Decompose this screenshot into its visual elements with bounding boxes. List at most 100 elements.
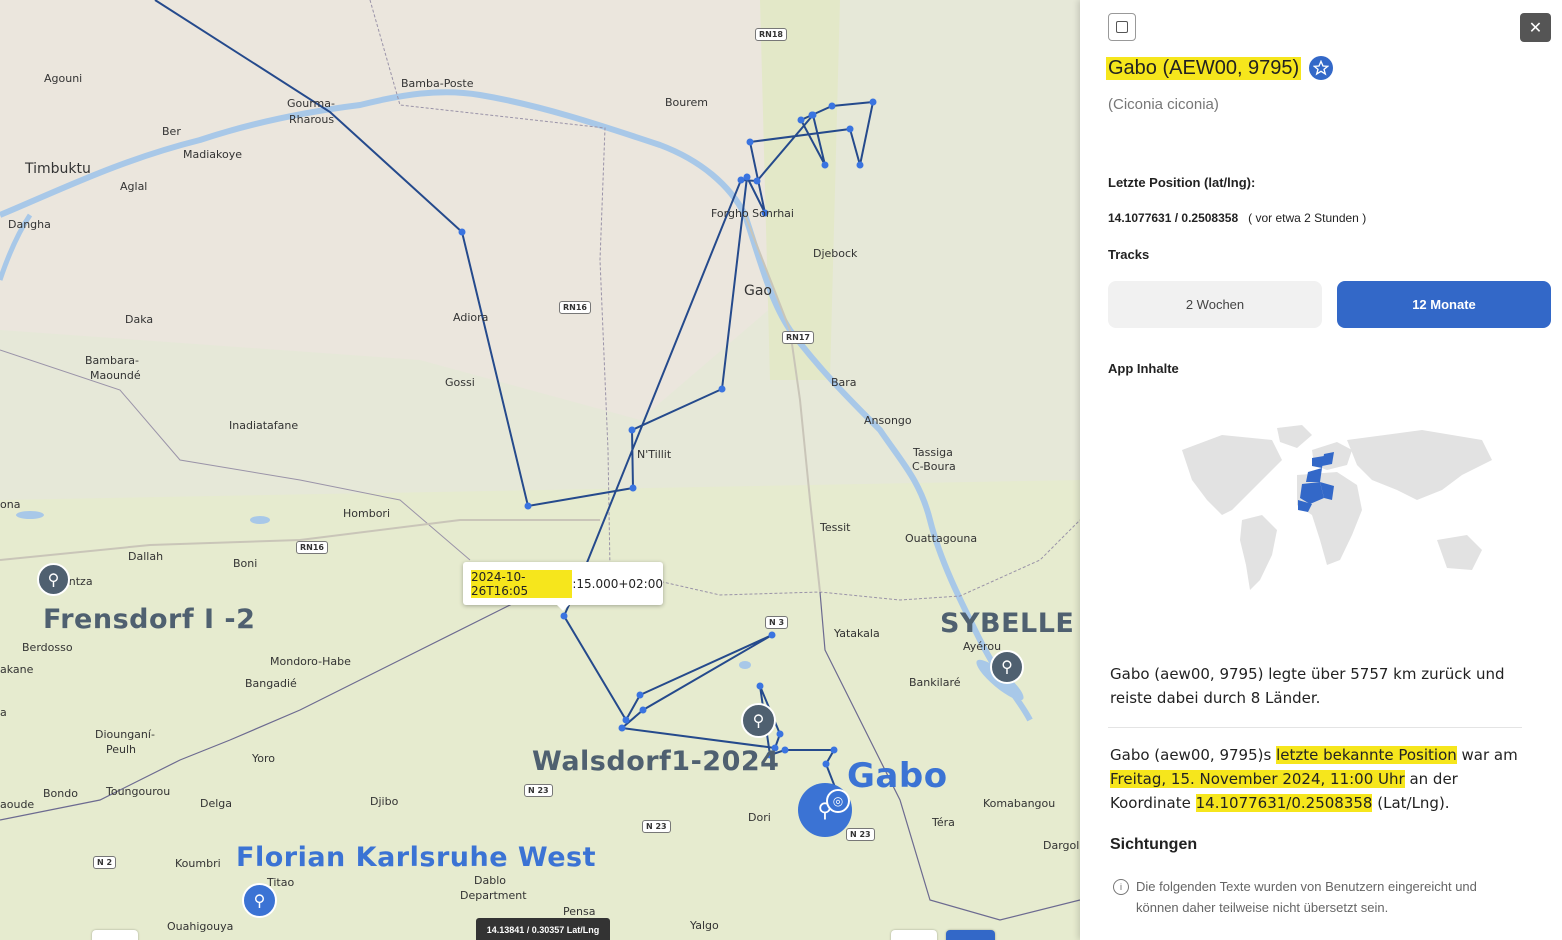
- track-point[interactable]: [560, 612, 568, 620]
- track-point[interactable]: [458, 228, 466, 236]
- stork-icon: ⚲: [1001, 659, 1013, 676]
- track-point[interactable]: [639, 706, 647, 714]
- track-point[interactable]: [830, 746, 838, 754]
- detail-panel: ✕ Gabo (AEW00, 9795) (Ciconia ciconia) L…: [1080, 0, 1562, 940]
- place-label: Yalgo: [690, 919, 719, 932]
- bird-title: Gabo (AEW00, 9795): [1106, 56, 1334, 80]
- place-label: Yatakala: [834, 627, 880, 640]
- sidebar-icon: [1116, 21, 1128, 33]
- place-label: Agouni: [44, 72, 83, 85]
- track-2-weeks-button[interactable]: 2 Wochen: [1108, 281, 1322, 328]
- place-label: Djebock: [813, 247, 858, 260]
- track-point[interactable]: [809, 111, 817, 119]
- bird-label-sybelle[interactable]: SYBELLE: [940, 608, 1074, 639]
- track-point[interactable]: [821, 161, 829, 169]
- panel-toggle-button[interactable]: [1108, 13, 1136, 41]
- place-label: N'Tillit: [637, 448, 672, 461]
- track-point[interactable]: [822, 760, 830, 768]
- track-point[interactable]: [846, 125, 854, 133]
- place-label: Dargol: [1043, 839, 1080, 852]
- place-label: Yoro: [252, 752, 275, 765]
- bird-label-florian[interactable]: Florian Karlsruhe West: [236, 842, 596, 873]
- place-label: Gossi: [445, 376, 475, 389]
- info-icon: i: [1113, 879, 1129, 895]
- place-label: Dablo: [474, 874, 506, 887]
- close-button[interactable]: ✕: [1520, 13, 1551, 42]
- bird-marker-walsdorf[interactable]: ⚲: [741, 703, 776, 738]
- map-view[interactable]: Agouni Gourma- Rharous Bamba-Poste Bourem Ber…: [0, 0, 1080, 940]
- track-point[interactable]: [618, 724, 626, 732]
- track-point[interactable]: [622, 716, 630, 724]
- place-label: Bara: [831, 376, 857, 389]
- place-label: Komabangou: [983, 797, 1056, 810]
- place-label: Pensa: [563, 905, 596, 918]
- place-label: Berdosso: [22, 641, 73, 654]
- pos-text-highlight-coords: 14.1077631/0.2508358: [1195, 794, 1373, 812]
- track-point[interactable]: [524, 502, 532, 510]
- track-point[interactable]: [743, 173, 751, 181]
- track-point[interactable]: [628, 426, 636, 434]
- last-position-value: 14.1077631 / 0.2508358 ( vor etwa 2 Stund…: [1108, 211, 1366, 225]
- bird-marker-florian[interactable]: ⚲: [242, 883, 277, 918]
- track-point[interactable]: [629, 484, 637, 492]
- track-point[interactable]: [636, 691, 644, 699]
- place-label: Adiora: [453, 311, 489, 324]
- track-point[interactable]: [828, 102, 836, 110]
- place-label: Maoundé: [90, 369, 141, 382]
- track-point-tooltip: 2024-10-26T16:05:15.000+02:00: [463, 562, 663, 611]
- place-label: Gourma-: [287, 97, 335, 110]
- track-point[interactable]: [797, 116, 805, 124]
- place-label: Ber: [162, 125, 181, 138]
- bird-marker-frensdorf[interactable]: ⚲: [37, 563, 70, 596]
- place-label: Hombori: [343, 507, 391, 520]
- sightings-heading: Sichtungen: [1110, 836, 1198, 853]
- map-control-right[interactable]: [891, 930, 937, 940]
- bird-label-frensdorf[interactable]: Frensdorf I -2: [43, 604, 255, 635]
- track-point[interactable]: [746, 138, 754, 146]
- place-label: Bamba-Poste: [401, 77, 474, 90]
- track-point[interactable]: [718, 385, 726, 393]
- place-label: a: [0, 706, 7, 719]
- place-label: Diounganí-: [95, 728, 155, 741]
- place-label: Mondoro-Habe: [270, 655, 351, 668]
- track-point[interactable]: [737, 176, 745, 184]
- species-name: (Ciconia ciconia): [1108, 96, 1219, 113]
- place-label: Aglal: [120, 180, 148, 193]
- place-label: ona: [0, 498, 21, 511]
- bird-marker-sybelle[interactable]: ⚲: [990, 650, 1024, 684]
- track-point[interactable]: [869, 98, 877, 106]
- place-label: Ansongo: [864, 414, 912, 427]
- track-point[interactable]: [856, 161, 864, 169]
- tooltip-time-highlight: 2024-10-26T16:05: [471, 569, 573, 598]
- place-label: aoude: [0, 798, 35, 811]
- place-label: Ouattagouna: [905, 532, 978, 545]
- track-12-months-button[interactable]: 12 Monate: [1337, 281, 1551, 328]
- tracks-label: Tracks: [1108, 247, 1150, 262]
- map-control-layers[interactable]: [946, 930, 995, 940]
- pos-text-part: war am: [1456, 746, 1518, 764]
- stork-icon: ⚲: [752, 712, 765, 730]
- track-point[interactable]: [756, 682, 764, 690]
- track-point[interactable]: [753, 177, 761, 185]
- place-label: Dangha: [8, 218, 51, 231]
- track-point[interactable]: [776, 730, 784, 738]
- place-label: Daka: [125, 313, 154, 326]
- track-point[interactable]: [781, 746, 789, 754]
- place-label: Tassiga: [913, 446, 953, 459]
- place-label: Ayérou: [963, 640, 1002, 653]
- favorite-star-icon[interactable]: [1309, 56, 1334, 80]
- place-label: Madiakoye: [183, 148, 242, 161]
- tooltip-time-rest: :15.000+02:00: [572, 576, 663, 591]
- map-control-left[interactable]: [92, 930, 138, 940]
- last-position-coords: 14.1077631 / 0.2508358: [1108, 211, 1239, 225]
- place-label: Toungourou: [106, 785, 171, 798]
- sightings-note: i Die folgenden Texte wurden von Benutze…: [1113, 876, 1516, 918]
- place-label: Dori: [748, 811, 771, 824]
- place-label: Bangadié: [245, 677, 297, 690]
- road-label: N 23: [642, 820, 671, 833]
- road-label: N 2: [93, 856, 117, 869]
- bird-label-walsdorf[interactable]: Walsdorf1-2024: [532, 746, 779, 777]
- pos-text-highlight-date: Freitag, 15. November 2024, 11:00 Uhr: [1110, 770, 1405, 788]
- bird-label-gabo[interactable]: Gabo: [847, 756, 948, 796]
- track-point[interactable]: [768, 631, 776, 639]
